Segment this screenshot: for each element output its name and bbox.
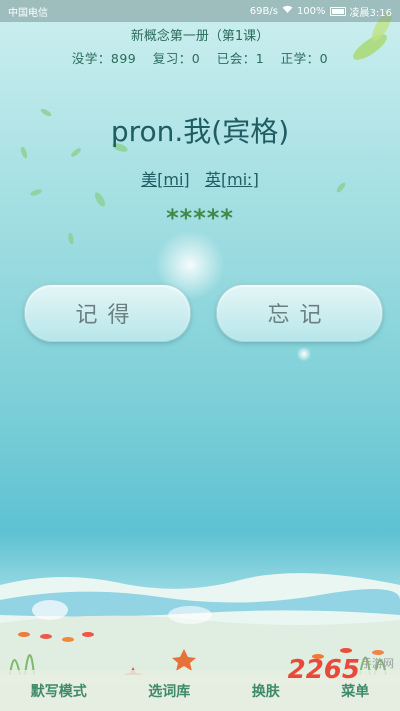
stat-review: 复习：0 [152,51,201,66]
forget-button[interactable]: 忘记 [216,284,383,342]
watermark-suffix: 手游网 [361,657,394,670]
status-bar: 中国电信 69B/s 100% 凌晨3:16 [0,0,400,22]
remember-button[interactable]: 记得 [24,284,191,342]
watermark-brand: 2265 [287,655,360,685]
nav-skin[interactable]: 换肤 [252,681,280,701]
familiarity-stars: ***** [166,204,234,232]
progress-stats: 没学：899 复习：0 已会：1 正学：0 [0,48,400,67]
network-speed: 69B/s [249,5,278,17]
fish-icon [18,632,30,637]
battery-icon [329,6,346,16]
nav-dictation-mode[interactable]: 默写模式 [31,681,87,701]
word-definition: pron.我(宾格) [110,115,290,148]
lesson-title: 新概念第一册（第1课） [130,29,270,44]
fish-icon [82,632,94,637]
fish-icon [340,648,352,653]
battery-percent: 100% [296,5,326,17]
clock: 凌晨3:16 [349,7,392,19]
watermark: 2265手游网 [288,655,394,685]
fish-icon [62,637,74,642]
stat-not-learned: 没学：899 [71,51,137,66]
wifi-icon [282,5,293,17]
status-left: 中国电信 [8,4,48,19]
light-bokeh [297,347,311,361]
us-phonetic[interactable]: 美[mi] [141,170,190,189]
stat-known: 已会：1 [216,51,265,66]
status-right: 69B/s 100% 凌晨3:16 [250,4,392,19]
fish-icon [40,634,52,639]
nav-word-bank[interactable]: 选词库 [148,681,190,701]
stat-learning: 正学：0 [280,51,329,66]
carrier-label: 中国电信 [8,7,48,19]
phonetics: 美[mi] 英[miː] [0,166,400,190]
uk-phonetic[interactable]: 英[miː] [205,170,259,189]
